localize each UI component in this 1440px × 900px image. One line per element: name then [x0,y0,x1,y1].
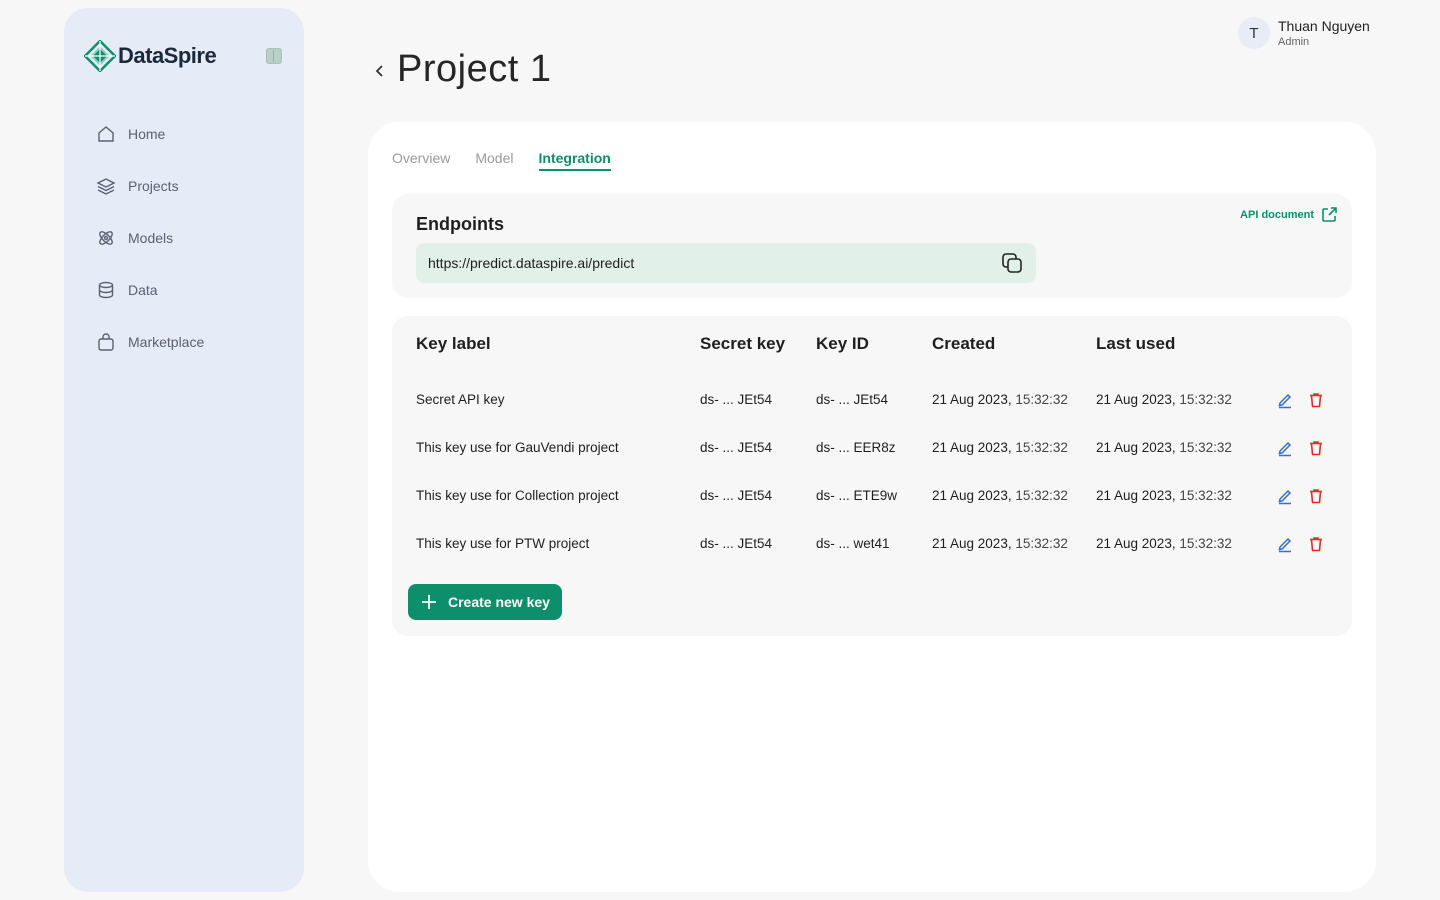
created-date: 21 Aug 2023, [932,488,1012,503]
table-row: Secret API key ds- ... JEt54 ds- ... JEt… [392,376,1352,424]
key-label: This key use for GauVendi project [416,440,619,455]
delete-icon[interactable] [1307,535,1325,553]
last-used-date: 21 Aug 2023, [1096,536,1176,551]
created-time: 15:32:32 [1015,392,1068,407]
created-at: 21 Aug 2023, 15:32:32 [932,376,1068,424]
key-id: ds- ... wet41 [816,536,890,551]
external-link-icon [1322,207,1337,222]
created-at: 21 Aug 2023, 15:32:32 [932,472,1068,520]
delete-icon[interactable] [1307,439,1325,457]
secret-key: ds- ... JEt54 [700,536,773,551]
column-header-key-id: Key ID [816,334,869,353]
created-at: 21 Aug 2023, 15:32:32 [932,424,1068,472]
last-used-time: 15:32:32 [1179,488,1232,503]
sidebar-item-label: Models [128,230,174,246]
atom-icon [99,231,113,245]
api-document-label: API document [1240,209,1314,221]
shopping-bag-icon [98,333,114,351]
last-used-time: 15:32:32 [1179,440,1232,455]
last-used-at: 21 Aug 2023, 15:32:32 [1096,520,1232,568]
sidebar: DataSpire Home Projects Models Data Mark… [64,8,304,892]
secret-key: ds- ... JEt54 [700,440,773,455]
sidebar-item-home[interactable]: Home [96,114,204,154]
user-menu[interactable]: T Thuan Nguyen Admin [1238,17,1370,49]
page-title: Project 1 [397,48,552,90]
edit-icon[interactable] [1276,439,1294,457]
sidebar-item-label: Home [128,126,166,142]
created-at: 21 Aug 2023, 15:32:32 [932,520,1068,568]
create-new-key-button[interactable]: Create new key [408,584,562,620]
tab-model[interactable]: Model [475,150,513,171]
tab-bar: Overview Model Integration [392,150,611,171]
sidebar-item-marketplace[interactable]: Marketplace [96,322,204,362]
delete-icon[interactable] [1307,391,1325,409]
brand-logo[interactable]: DataSpire [84,40,217,72]
sidebar-item-label: Projects [128,178,179,194]
created-time: 15:32:32 [1015,440,1068,455]
column-header-key-label: Key label [416,334,491,353]
column-header-last-used: Last used [1096,334,1176,353]
secret-key: ds- ... JEt54 [700,488,773,503]
key-id: ds- ... JEt54 [816,392,889,407]
last-used-time: 15:32:32 [1179,536,1232,551]
created-date: 21 Aug 2023, [932,392,1012,407]
dataspire-logo-icon [84,40,116,72]
edit-icon[interactable] [1276,391,1294,409]
sidebar-item-data[interactable]: Data [96,270,204,310]
last-used-at: 21 Aug 2023, 15:32:32 [1096,472,1232,520]
sidebar-item-models[interactable]: Models [96,218,204,258]
plus-icon [422,595,436,609]
key-id: ds- ... EER8z [816,440,896,455]
last-used-date: 21 Aug 2023, [1096,392,1176,407]
key-label: This key use for Collection project [416,488,619,503]
sidebar-item-projects[interactable]: Projects [96,166,204,206]
table-row: This key use for Collection project ds- … [392,472,1352,520]
user-role: Admin [1278,36,1310,48]
tab-overview[interactable]: Overview [392,150,450,171]
created-date: 21 Aug 2023, [932,536,1012,551]
brand-name: DataSpire [118,43,217,68]
tab-integration[interactable]: Integration [538,150,611,171]
column-header-created: Created [932,334,996,353]
api-document-link[interactable]: API document [1240,206,1338,224]
sidebar-nav: Home Projects Models Data Marketplace [96,114,204,374]
last-used-time: 15:32:32 [1179,392,1232,407]
last-used-date: 21 Aug 2023, [1096,488,1176,503]
edit-icon[interactable] [1276,535,1294,553]
endpoint-url-field[interactable]: https://predict.dataspire.ai/predict [416,243,1036,283]
created-time: 15:32:32 [1015,536,1068,551]
back-chevron-icon[interactable] [372,60,388,82]
collapse-sidebar-button[interactable] [266,48,282,64]
main-card: Overview Model Integration Endpoints API… [368,122,1376,892]
created-time: 15:32:32 [1015,488,1068,503]
layers-icon [96,178,116,195]
table-row: This key use for PTW project ds- ... JEt… [392,520,1352,568]
secret-key: ds- ... JEt54 [700,392,773,407]
endpoints-title: Endpoints [416,214,504,234]
api-keys-table: Key label Secret key Key ID Created Last… [392,316,1352,636]
home-icon [98,126,114,142]
key-label: This key use for PTW project [416,536,590,551]
last-used-at: 21 Aug 2023, 15:32:32 [1096,424,1232,472]
created-date: 21 Aug 2023, [932,440,1012,455]
endpoints-panel: Endpoints API document https://predict.d… [392,194,1352,298]
endpoint-url: https://predict.dataspire.ai/predict [428,255,635,271]
avatar[interactable]: T [1238,17,1270,49]
key-id: ds- ... ETE9w [816,488,898,503]
last-used-at: 21 Aug 2023, 15:32:32 [1096,376,1232,424]
table-row: This key use for GauVendi project ds- ..… [392,424,1352,472]
create-new-key-label: Create new key [448,594,550,610]
user-name: Thuan Nguyen [1278,18,1370,34]
copy-icon[interactable] [1000,251,1024,275]
last-used-date: 21 Aug 2023, [1096,440,1176,455]
sidebar-item-label: Marketplace [128,334,205,350]
delete-icon[interactable] [1307,487,1325,505]
sidebar-item-label: Data [128,282,158,298]
database-icon [98,281,114,299]
key-label: Secret API key [416,392,505,407]
column-header-secret-key: Secret key [700,334,786,353]
edit-icon[interactable] [1276,487,1294,505]
